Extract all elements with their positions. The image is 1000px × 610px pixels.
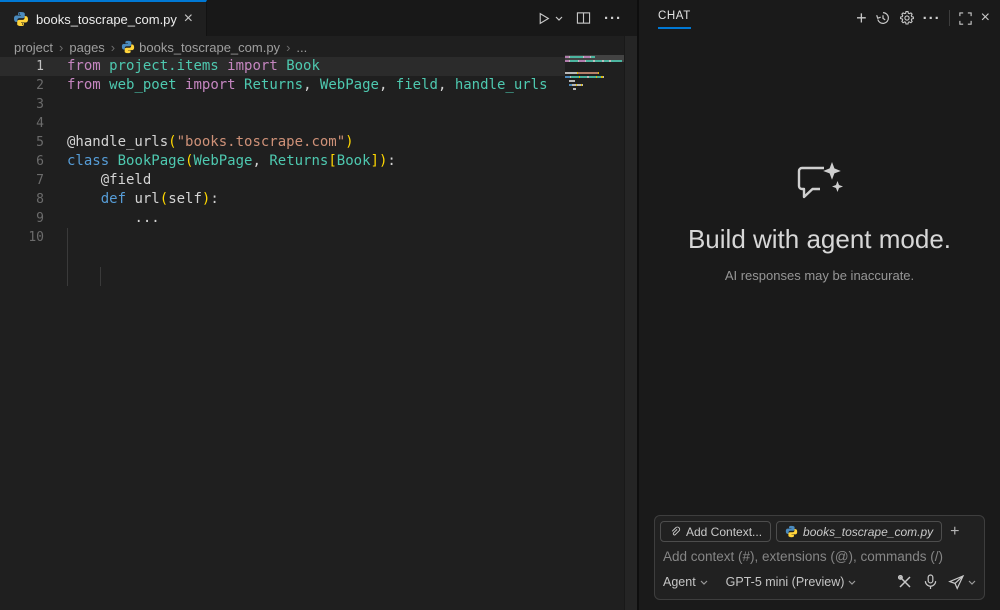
code-line[interactable]: 4 (0, 114, 565, 133)
send-dropdown-icon[interactable] (968, 580, 976, 585)
code-line[interactable]: 1from project.items import Book (0, 57, 565, 76)
code-text: @handle_urls("books.toscrape.com") (44, 133, 354, 152)
code-line[interactable]: 6class BookPage(WebPage, Returns[Book]): (0, 152, 565, 171)
code-line[interactable]: 9 ... (0, 209, 565, 228)
code-text: def url(self): (44, 190, 219, 209)
line-number: 9 (0, 209, 44, 228)
code-line[interactable]: 10 (0, 228, 565, 247)
breadcrumb-symbol[interactable]: ... (296, 40, 307, 55)
breadcrumb-pages[interactable]: pages (69, 40, 104, 55)
code-line[interactable]: 3 (0, 95, 565, 114)
line-number: 10 (0, 228, 44, 247)
run-button[interactable] (536, 11, 551, 26)
chat-sparkle-icon (794, 160, 846, 206)
breadcrumb-separator: › (286, 40, 290, 55)
line-number: 1 (0, 57, 44, 76)
editor-actions: ··· (536, 0, 622, 36)
tab-books-toscrape[interactable]: books_toscrape_com.py × (0, 0, 207, 36)
code-text: @field (44, 171, 151, 190)
attach-plus-icon[interactable]: + (947, 523, 962, 541)
chat-input-toolbar: Agent GPT-5 mini (Preview) (663, 572, 976, 592)
chat-more-actions-icon[interactable]: ··· (923, 10, 941, 27)
close-panel-icon[interactable]: × (981, 10, 990, 26)
header-divider (949, 10, 950, 26)
chat-panel: CHAT + ··· × (639, 0, 1000, 610)
model-picker[interactable]: GPT-5 mini (Preview) (726, 575, 857, 589)
line-number: 8 (0, 190, 44, 209)
new-chat-icon[interactable]: + (856, 10, 867, 26)
python-file-icon (121, 40, 135, 54)
gear-icon[interactable] (899, 10, 915, 26)
microphone-icon[interactable] (924, 574, 937, 590)
breadcrumb-separator: › (59, 40, 63, 55)
chevron-down-icon (700, 580, 708, 585)
line-number: 4 (0, 114, 44, 133)
line-number: 2 (0, 76, 44, 95)
code-line[interactable]: 8 def url(self): (0, 190, 565, 209)
editor-scrollbar[interactable] (624, 36, 637, 610)
editor-tab-bar: books_toscrape_com.py × ··· (0, 0, 638, 36)
code-text: class BookPage(WebPage, Returns[Book]): (44, 152, 396, 171)
code-lines: 1from project.items import Book2from web… (0, 57, 638, 247)
tab-chat[interactable]: CHAT (658, 10, 691, 22)
code-editor[interactable]: 1from project.items import Book2from web… (0, 57, 638, 247)
configure-tools-icon[interactable] (897, 574, 913, 590)
editor-pane: books_toscrape_com.py × ··· project › pa… (0, 0, 638, 610)
maximize-panel-icon[interactable] (958, 11, 973, 26)
run-dropdown-icon[interactable] (555, 16, 563, 21)
tab-close-icon[interactable]: × (181, 11, 196, 27)
chat-tab-active-indicator (658, 27, 691, 29)
tab-label: books_toscrape_com.py (36, 12, 177, 27)
code-text (44, 228, 67, 247)
breadcrumb-separator: › (111, 40, 115, 55)
code-text (44, 95, 67, 114)
add-context-button[interactable]: Add Context... (660, 521, 771, 542)
code-text (44, 114, 67, 133)
python-file-icon (13, 11, 29, 27)
indent-guide (100, 267, 101, 286)
python-file-icon (785, 525, 798, 538)
minimap[interactable] (565, 56, 623, 116)
send-button[interactable] (948, 574, 965, 590)
mode-picker[interactable]: Agent (663, 575, 708, 589)
code-text: ... (44, 209, 160, 228)
empty-state-title: Build with agent mode. (639, 224, 1000, 255)
breadcrumb: project › pages › books_toscrape_com.py … (0, 36, 638, 58)
chat-input[interactable]: Add context (#), extensions (@), command… (663, 549, 978, 564)
line-number: 3 (0, 95, 44, 114)
editor-more-actions-icon[interactable]: ··· (604, 10, 622, 27)
empty-state-subtitle: AI responses may be inaccurate. (639, 268, 1000, 283)
code-text: from project.items import Book (44, 57, 320, 76)
code-line[interactable]: 7 @field (0, 171, 565, 190)
vscode-window: books_toscrape_com.py × ··· project › pa… (0, 0, 1000, 610)
breadcrumb-project[interactable]: project (14, 40, 53, 55)
line-number: 7 (0, 171, 44, 190)
history-icon[interactable] (875, 10, 891, 26)
chat-input-container: Add Context... books_toscrape_com.py + A… (654, 515, 985, 600)
paperclip-icon (669, 526, 681, 538)
indent-guide (67, 228, 68, 286)
chat-header: CHAT + ··· × (639, 0, 1000, 36)
code-text: from web_poet import Returns, WebPage, f… (44, 76, 548, 95)
split-editor-icon[interactable] (576, 11, 591, 25)
chevron-down-icon (848, 580, 856, 585)
code-line[interactable]: 2from web_poet import Returns, WebPage, … (0, 76, 565, 95)
breadcrumb-file[interactable]: books_toscrape_com.py (121, 40, 280, 55)
code-line[interactable]: 5@handle_urls("books.toscrape.com") (0, 133, 565, 152)
line-number: 6 (0, 152, 44, 171)
context-chips: Add Context... books_toscrape_com.py + (660, 521, 962, 542)
attached-file-chip[interactable]: books_toscrape_com.py (776, 521, 942, 542)
line-number: 5 (0, 133, 44, 152)
chat-empty-state: Build with agent mode. AI responses may … (639, 160, 1000, 283)
